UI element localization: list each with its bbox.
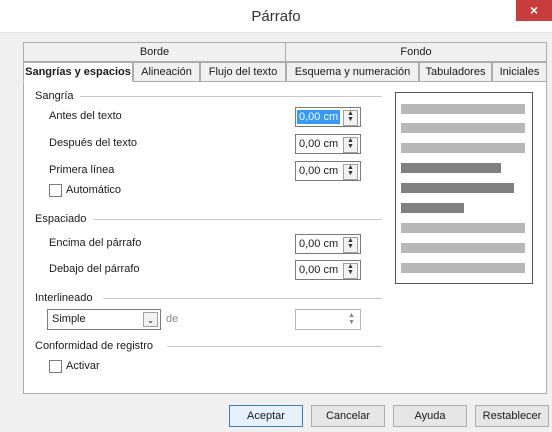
tab-borde[interactable]: Borde [23, 42, 286, 62]
automatic-label: Automático [66, 184, 122, 196]
preview-line [401, 263, 525, 273]
window-title: Párrafo [251, 8, 301, 25]
spin-arrows-icon[interactable]: ▲ ▼ [345, 312, 358, 327]
help-button[interactable]: Ayuda [393, 405, 467, 427]
first-line-spinfield[interactable]: 0,00 cm ▲ ▼ [295, 161, 361, 181]
preview-line [401, 203, 464, 213]
line-spacing-value-spinfield[interactable]: ▲ ▼ [295, 309, 361, 330]
preview-line [401, 143, 525, 153]
spin-arrows-icon[interactable]: ▲ ▼ [343, 110, 358, 126]
spacing-above-label: Encima del párrafo [49, 237, 142, 249]
indent-before-value[interactable]: 0,00 cm [297, 110, 341, 124]
paragraph-preview [395, 92, 533, 284]
section-divider [80, 96, 382, 97]
tab-tabuladores[interactable]: Tabuladores [419, 62, 492, 82]
tab-fondo[interactable]: Fondo [285, 42, 547, 62]
section-divider [93, 219, 382, 220]
line-spacing-select[interactable]: Simple ⌄ [47, 309, 161, 330]
spin-arrows-icon[interactable]: ▲ ▼ [343, 137, 358, 153]
tab-alineacion[interactable]: Alineación [133, 62, 200, 82]
first-line-label: Primera línea [49, 164, 115, 176]
close-icon[interactable]: × [516, 0, 552, 21]
cancel-button[interactable]: Cancelar [311, 405, 385, 427]
preview-line [401, 163, 501, 173]
automatic-checkbox[interactable] [49, 184, 62, 197]
tab-flujo-del-texto[interactable]: Flujo del texto [200, 62, 286, 82]
preview-line [401, 123, 525, 133]
line-spacing-heading: Interlineado [35, 292, 93, 304]
indent-before-label: Antes del texto [49, 110, 122, 122]
activate-checkbox[interactable] [49, 360, 62, 373]
section-divider [103, 298, 382, 299]
preview-line [401, 183, 514, 193]
preview-line [401, 223, 525, 233]
spacing-above-spinfield[interactable]: 0,00 cm ▲ ▼ [295, 234, 361, 254]
spin-arrows-icon[interactable]: ▲ ▼ [343, 164, 358, 180]
chevron-down-icon[interactable]: ⌄ [143, 312, 158, 327]
line-spacing-selected: Simple [52, 313, 86, 325]
activate-label: Activar [66, 360, 100, 372]
spacing-below-value[interactable]: 0,00 cm [299, 261, 338, 279]
spin-arrows-icon[interactable]: ▲ ▼ [343, 237, 358, 253]
indent-after-value[interactable]: 0,00 cm [299, 135, 338, 153]
spacing-above-value[interactable]: 0,00 cm [299, 235, 338, 253]
indent-before-spinfield[interactable]: 0,00 cm ▲ ▼ [295, 107, 361, 127]
indent-after-label: Después del texto [49, 137, 138, 149]
register-heading: Conformidad de registro [35, 340, 154, 352]
section-divider [167, 346, 382, 347]
first-line-value[interactable]: 0,00 cm [299, 162, 338, 180]
tab-sangrias-y-espacios[interactable]: Sangrías y espacios [23, 62, 133, 82]
spin-arrows-icon[interactable]: ▲ ▼ [343, 263, 358, 279]
preview-line [401, 243, 525, 253]
tab-esquema-y-numeracion[interactable]: Esquema y numeración [286, 62, 419, 82]
spacing-heading: Espaciado [35, 213, 87, 225]
spacing-below-label: Debajo del párrafo [49, 263, 140, 275]
preview-line [401, 104, 525, 114]
spacing-below-spinfield[interactable]: 0,00 cm ▲ ▼ [295, 260, 361, 280]
line-spacing-of-label: de [166, 313, 179, 325]
reset-button[interactable]: Restablecer [475, 405, 549, 427]
indent-heading: Sangría [35, 90, 74, 102]
indent-after-spinfield[interactable]: 0,00 cm ▲ ▼ [295, 134, 361, 154]
tab-iniciales[interactable]: Iniciales [492, 62, 547, 82]
accept-button[interactable]: Aceptar [229, 405, 303, 427]
